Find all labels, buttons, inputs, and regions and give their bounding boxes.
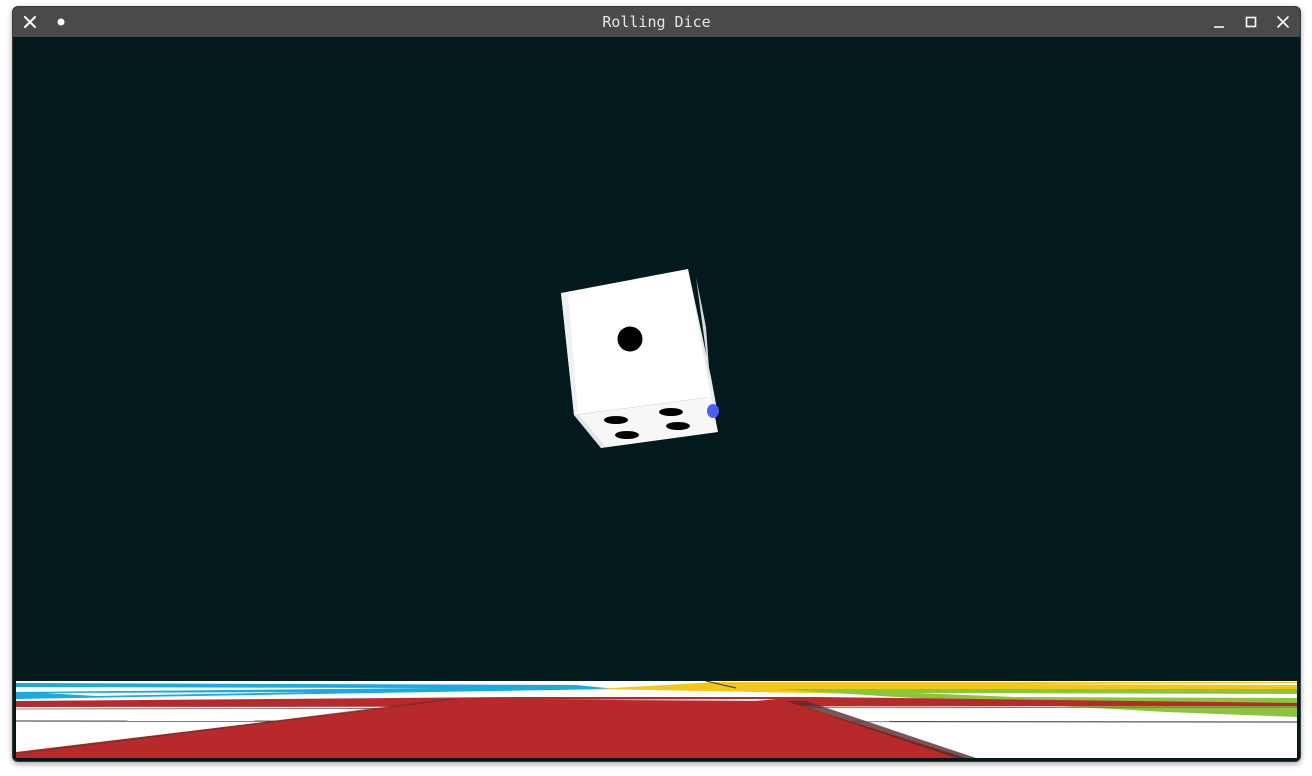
3d-viewport[interactable] [16, 37, 1297, 758]
die-highlight [707, 404, 719, 418]
minimize-icon[interactable] [1207, 10, 1231, 34]
die[interactable] [561, 269, 719, 448]
die-pip [659, 408, 683, 416]
die-pip [615, 431, 639, 439]
maximize-icon[interactable] [1239, 10, 1263, 34]
app-window: Rolling Dice [12, 6, 1301, 762]
window-title: Rolling Dice [602, 13, 711, 31]
die-pip [604, 416, 628, 424]
die-pip [666, 422, 690, 430]
dice-scene[interactable] [16, 37, 1297, 758]
die-pip [617, 326, 643, 352]
title-bar[interactable]: Rolling Dice [13, 7, 1300, 37]
game-board [16, 680, 1297, 758]
close-window-icon[interactable] [1271, 10, 1295, 34]
